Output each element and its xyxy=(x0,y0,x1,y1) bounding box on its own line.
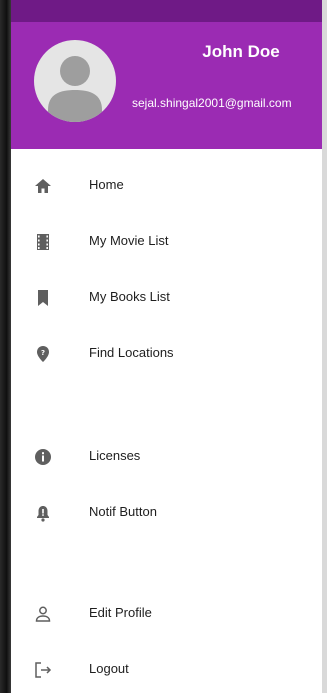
menu-item-my-movie-list[interactable]: My Movie List xyxy=(11,220,322,264)
menu-item-label: Find Locations xyxy=(89,345,174,360)
menu-item-home[interactable]: Home xyxy=(11,164,322,208)
user-email: sejal.shingal2001@gmail.com xyxy=(132,96,292,110)
menu-item-my-books-list[interactable]: My Books List xyxy=(11,276,322,320)
menu-item-licenses[interactable]: Licenses xyxy=(11,435,322,479)
menu-item-find-locations[interactable]: ? Find Locations xyxy=(11,332,322,376)
user-name: John Doe xyxy=(202,42,280,61)
person-placeholder-icon xyxy=(48,56,102,122)
avatar[interactable] xyxy=(34,40,116,122)
device-edge xyxy=(322,0,327,693)
svg-text:?: ? xyxy=(41,349,45,357)
menu-item-label: My Books List xyxy=(89,289,170,304)
bell-icon xyxy=(37,506,49,522)
info-icon xyxy=(35,449,51,465)
device-bezel xyxy=(0,0,11,693)
home-icon xyxy=(35,179,51,193)
status-bar xyxy=(11,0,322,22)
menu-item-label: My Movie List xyxy=(89,233,169,248)
menu-item-label: Logout xyxy=(89,661,129,676)
menu-item-edit-profile[interactable]: Edit Profile xyxy=(11,592,322,636)
menu-item-label: Home xyxy=(89,177,124,192)
phone-screen: John Doe sejal.shingal2001@gmail.com Hom… xyxy=(0,0,327,693)
menu-item-label: Notif Button xyxy=(89,504,157,519)
location-pin-icon: ? xyxy=(37,346,49,362)
menu-item-label: Licenses xyxy=(89,448,141,463)
drawer-menu: Home My Movie List My Books List ? Find … xyxy=(11,149,322,693)
person-outline-icon xyxy=(35,606,51,622)
bookmark-icon xyxy=(38,290,48,306)
menu-item-notif-button[interactable]: Notif Button xyxy=(11,491,322,535)
logout-icon xyxy=(35,662,52,678)
film-icon xyxy=(37,234,49,250)
drawer-header: John Doe sejal.shingal2001@gmail.com xyxy=(11,22,322,149)
menu-item-logout[interactable]: Logout xyxy=(11,648,322,692)
menu-item-label: Edit Profile xyxy=(89,605,152,620)
